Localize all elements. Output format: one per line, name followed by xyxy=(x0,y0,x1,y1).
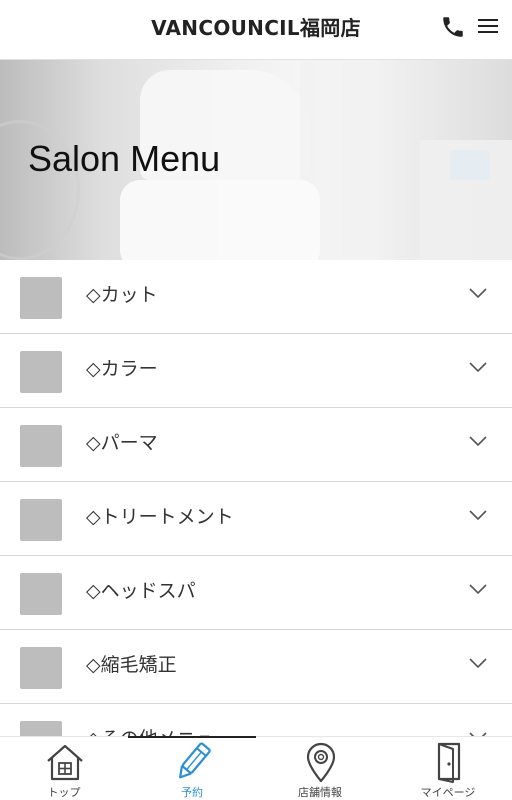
menu-category-item[interactable]: ◇縮毛矯正 xyxy=(0,630,512,704)
nav-tab-reservation[interactable]: 予約 xyxy=(128,737,256,800)
category-label: ◇縮毛矯正 xyxy=(86,654,177,676)
category-thumbnail xyxy=(20,499,62,541)
category-thumbnail xyxy=(20,277,62,319)
bottom-navigation: トップ 予約 店舗情報 マイページ xyxy=(0,736,512,800)
hamburger-menu-icon xyxy=(476,19,500,33)
chevron-down-icon xyxy=(469,436,487,447)
app-header: VANCOUNCIL福岡店 xyxy=(0,0,512,60)
phone-button[interactable] xyxy=(440,14,466,40)
active-tab-indicator xyxy=(128,736,256,738)
menu-category-item[interactable]: ◇カラー xyxy=(0,334,512,408)
store-title: VANCOUNCIL福岡店 xyxy=(151,16,361,40)
door-icon xyxy=(437,742,461,783)
nav-label: トップ xyxy=(47,786,81,799)
menu-category-item[interactable]: ◇カット xyxy=(0,260,512,334)
category-thumbnail xyxy=(20,425,62,467)
category-label: ◇ヘッドスパ xyxy=(86,580,196,602)
category-label: ◇カット xyxy=(86,284,158,306)
hero-bg-object xyxy=(450,150,490,180)
chevron-down-icon xyxy=(469,288,487,299)
chevron-down-icon xyxy=(469,510,487,521)
hero-banner: Salon Menu xyxy=(0,60,512,260)
chevron-down-icon xyxy=(469,658,487,669)
nav-tab-mypage[interactable]: マイページ xyxy=(384,737,512,800)
nav-label: 予約 xyxy=(181,786,203,799)
page-title: Salon Menu xyxy=(28,138,221,179)
category-label: ◇パーマ xyxy=(86,432,158,454)
category-thumbnail xyxy=(20,573,62,615)
chevron-down-icon xyxy=(469,584,487,595)
category-label: ◇カラー xyxy=(86,358,158,380)
chevron-down-icon xyxy=(469,362,487,373)
nav-tab-top[interactable]: トップ xyxy=(0,737,128,800)
nav-label: マイページ xyxy=(420,786,476,799)
phone-icon xyxy=(443,17,463,37)
nav-label: 店舗情報 xyxy=(298,786,342,799)
category-thumbnail xyxy=(20,647,62,689)
category-thumbnail xyxy=(20,351,62,393)
category-label: ◇トリートメント xyxy=(86,506,234,528)
nav-tab-store-info[interactable]: 店舗情報 xyxy=(256,737,384,800)
hero-bg-chair-seat xyxy=(120,180,320,260)
menu-category-item[interactable]: ◇パーマ xyxy=(0,408,512,482)
salon-menu-list: ◇カット ◇カラー ◇パーマ ◇トリートメント ◇ヘッドスパ ◇縮毛矯正 ◇その… xyxy=(0,260,512,778)
map-pin-icon xyxy=(306,742,336,783)
hamburger-menu-button[interactable] xyxy=(476,16,500,38)
pencil-icon xyxy=(179,742,211,779)
home-icon xyxy=(47,744,83,781)
menu-category-item[interactable]: ◇トリートメント xyxy=(0,482,512,556)
menu-category-item[interactable]: ◇ヘッドスパ xyxy=(0,556,512,630)
